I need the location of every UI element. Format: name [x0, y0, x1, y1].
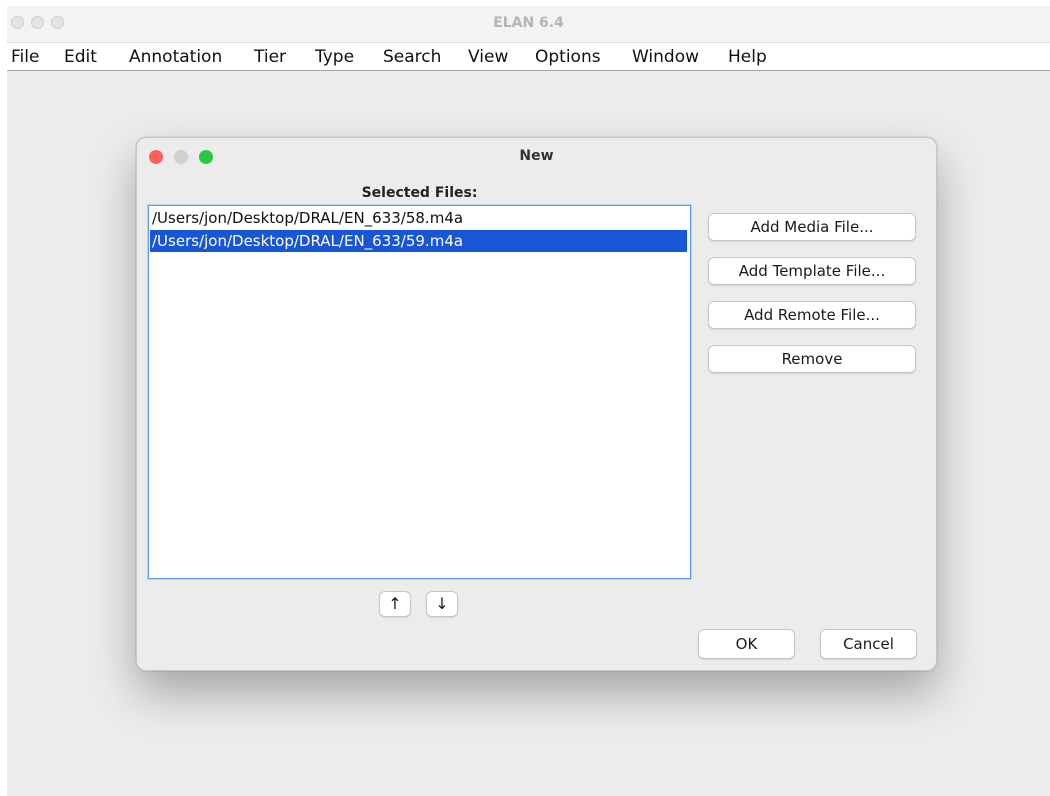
app-title: ELAN 6.4 [493, 15, 564, 31]
menu-type[interactable]: Type [315, 47, 354, 67]
selected-files-list[interactable]: /Users/jon/Desktop/DRAL/EN_633/58.m4a /U… [148, 205, 691, 579]
menu-help[interactable]: Help [728, 47, 767, 67]
cancel-button[interactable]: Cancel [820, 629, 917, 659]
remove-button[interactable]: Remove [708, 345, 916, 373]
menu-file[interactable]: File [11, 47, 39, 67]
menu-edit[interactable]: Edit [64, 47, 97, 67]
menu-annotation[interactable]: Annotation [129, 47, 222, 67]
selected-files-label: Selected Files: [361, 185, 478, 201]
menu-view[interactable]: View [468, 47, 508, 67]
new-dialog: New Selected Files: /Users/jon/Desktop/D… [136, 137, 937, 671]
menu-options[interactable]: Options [535, 47, 601, 67]
add-remote-file-button[interactable]: Add Remote File... [708, 301, 916, 329]
move-up-button[interactable]: ↑ [379, 591, 411, 617]
add-template-file-button[interactable]: Add Template File... [708, 257, 916, 285]
arrow-up-icon: ↑ [388, 594, 402, 613]
dialog-title: New [519, 148, 554, 164]
menubar: File Edit Annotation Tier Type Search Vi… [7, 43, 1050, 71]
file-list-item[interactable]: /Users/jon/Desktop/DRAL/EN_633/58.m4a [150, 207, 687, 229]
menu-search[interactable]: Search [383, 47, 441, 67]
add-media-file-button[interactable]: Add Media File... [708, 213, 916, 241]
menu-window[interactable]: Window [632, 47, 699, 67]
move-down-button[interactable]: ↓ [426, 591, 458, 617]
menu-tier[interactable]: Tier [254, 47, 286, 67]
dialog-titlebar: New [137, 138, 936, 176]
arrow-down-icon: ↓ [435, 594, 449, 613]
ok-button[interactable]: OK [698, 629, 795, 659]
app-titlebar: ELAN 6.4 [7, 6, 1050, 43]
file-list-item[interactable]: /Users/jon/Desktop/DRAL/EN_633/59.m4a [150, 230, 687, 252]
